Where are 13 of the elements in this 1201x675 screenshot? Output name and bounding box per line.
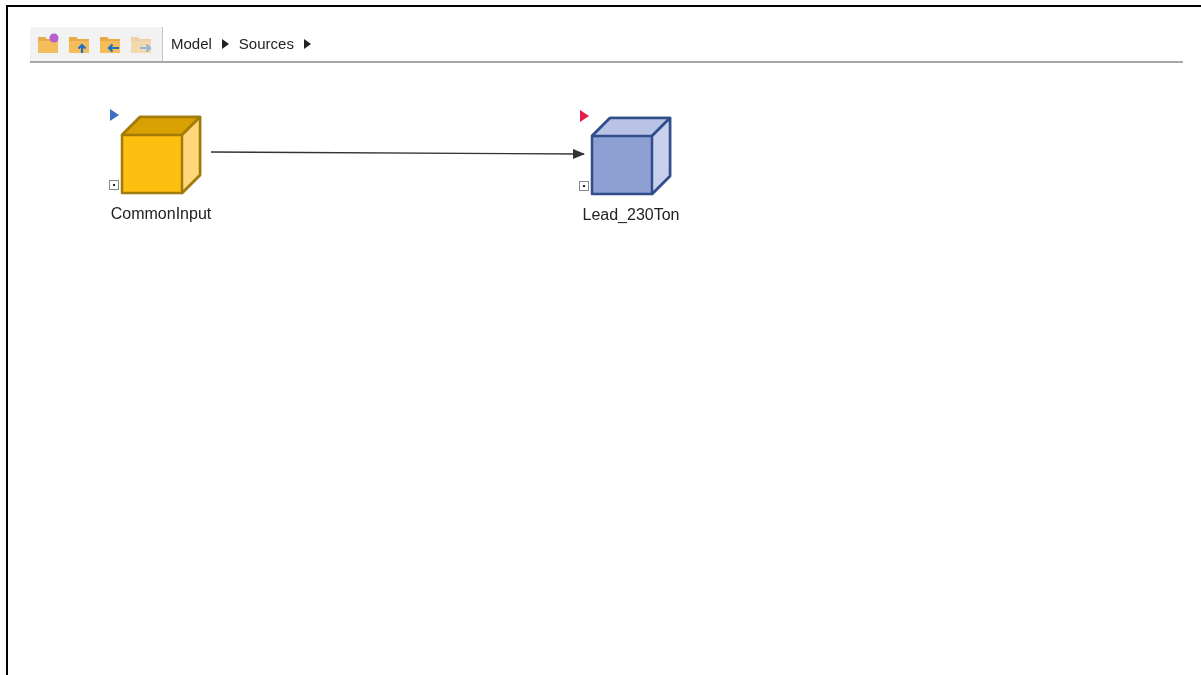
- port-triangle-icon[interactable]: [110, 109, 119, 121]
- expand-toggle-icon[interactable]: [579, 181, 589, 191]
- cube-icon[interactable]: [590, 116, 672, 196]
- caret-icon[interactable]: [303, 39, 311, 49]
- expand-toggle-icon[interactable]: [109, 180, 119, 190]
- cube-icon[interactable]: [120, 115, 202, 195]
- breadcrumb-item[interactable]: Sources: [238, 32, 294, 56]
- node-label: Lead_230Ton: [582, 205, 680, 225]
- breadcrumb-item[interactable]: Model: [171, 32, 212, 56]
- port-triangle-icon[interactable]: [580, 110, 589, 122]
- caret-icon[interactable]: [221, 39, 229, 49]
- node-label: CommonInput: [110, 204, 212, 224]
- folder-button[interactable]: [37, 33, 61, 55]
